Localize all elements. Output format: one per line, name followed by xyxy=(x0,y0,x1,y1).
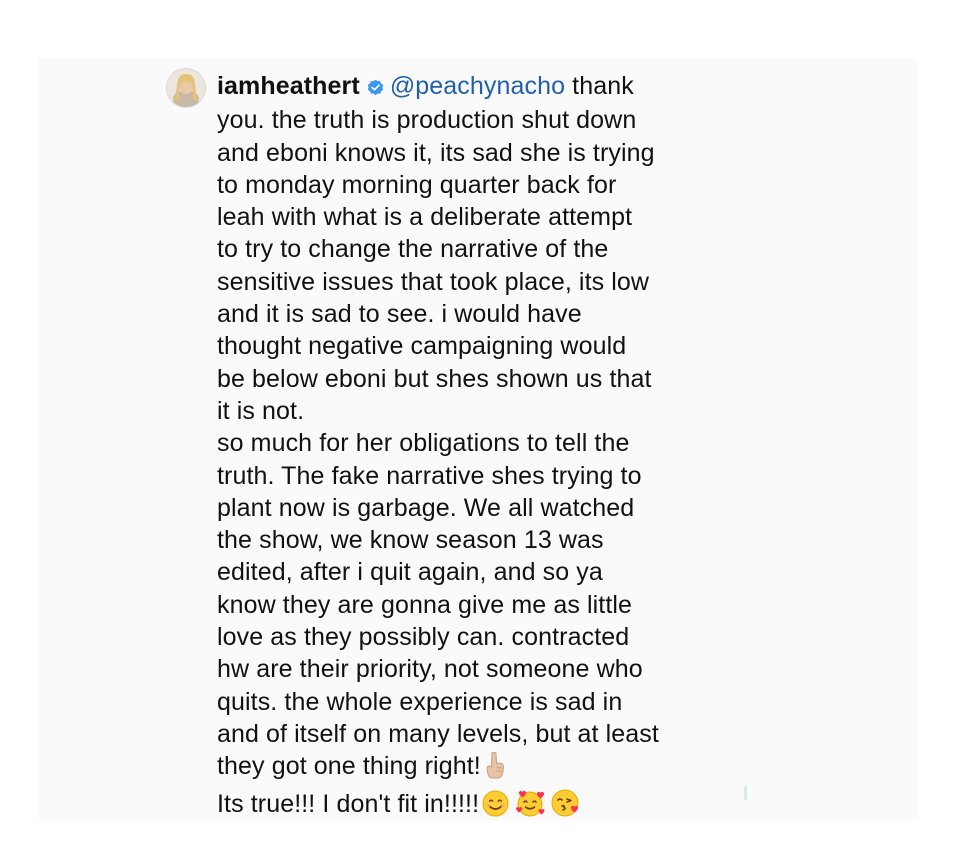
face-blowing-kiss-icon xyxy=(551,789,581,825)
smiling-face-with-hearts-icon xyxy=(515,789,545,825)
comment-line: thought negative campaigning would xyxy=(217,332,627,361)
comment-line: the show, we know season 13 was xyxy=(217,526,604,555)
comment-line: be below eboni but shes shown us that xyxy=(217,364,652,393)
comment-text: iamheathert @peachynacho thank you. the t… xyxy=(217,70,717,825)
comment-line: quits. the whole experience is sad in xyxy=(217,687,623,716)
mention-link[interactable]: @peachynacho xyxy=(390,72,565,100)
comment-line: it is not. xyxy=(217,396,305,425)
comment-line: love as they possibly can. contracted xyxy=(217,623,630,652)
avatar-image xyxy=(167,69,205,107)
comment-line: truth. The fake narrative shes trying to xyxy=(217,461,642,490)
comment-line: hw are their priority, not someone who xyxy=(217,655,643,684)
image-artifact xyxy=(744,786,747,800)
user-avatar[interactable] xyxy=(167,69,205,107)
comment-line: plant now is garbage. We all watched xyxy=(217,493,635,522)
comment-line: leah with what is a deliberate attempt xyxy=(217,203,633,232)
comment-line: sensitive issues that took place, its lo… xyxy=(217,267,650,296)
comment-last-line-text: Its true!!! I don't fit in!!!!! xyxy=(217,789,480,818)
comment-line: so much for her obligations to tell the xyxy=(217,429,630,458)
verified-badge-icon xyxy=(367,72,384,104)
comment-line: you. the truth is production shut down xyxy=(217,106,637,135)
comment-line-21: they got one thing right! xyxy=(217,750,717,787)
username-link[interactable]: iamheathert xyxy=(217,72,360,100)
comment-line: and of itself on many levels, but at lea… xyxy=(217,719,659,748)
comment-line: and eboni knows it, its sad she is tryin… xyxy=(217,138,655,167)
smiling-face-icon xyxy=(482,790,509,825)
comment-line: edited, after i quit again, and so ya xyxy=(217,558,603,587)
pointing-up-hand-icon xyxy=(484,751,506,787)
comment-line: to monday morning quarter back for xyxy=(217,170,617,199)
comment-line: know they are gonna give me as little xyxy=(217,590,633,619)
comment-first-line-text: thank xyxy=(565,72,634,100)
comment-line-21-text: they got one thing right! xyxy=(217,752,481,781)
comment-last-line: Its true!!! I don't fit in!!!!! xyxy=(217,788,717,825)
comment-line: to try to change the narrative of the xyxy=(217,235,609,264)
comment-line: and it is sad to see. i would have xyxy=(217,300,582,329)
comment-line-1: iamheathert @peachynacho thank xyxy=(217,70,717,104)
